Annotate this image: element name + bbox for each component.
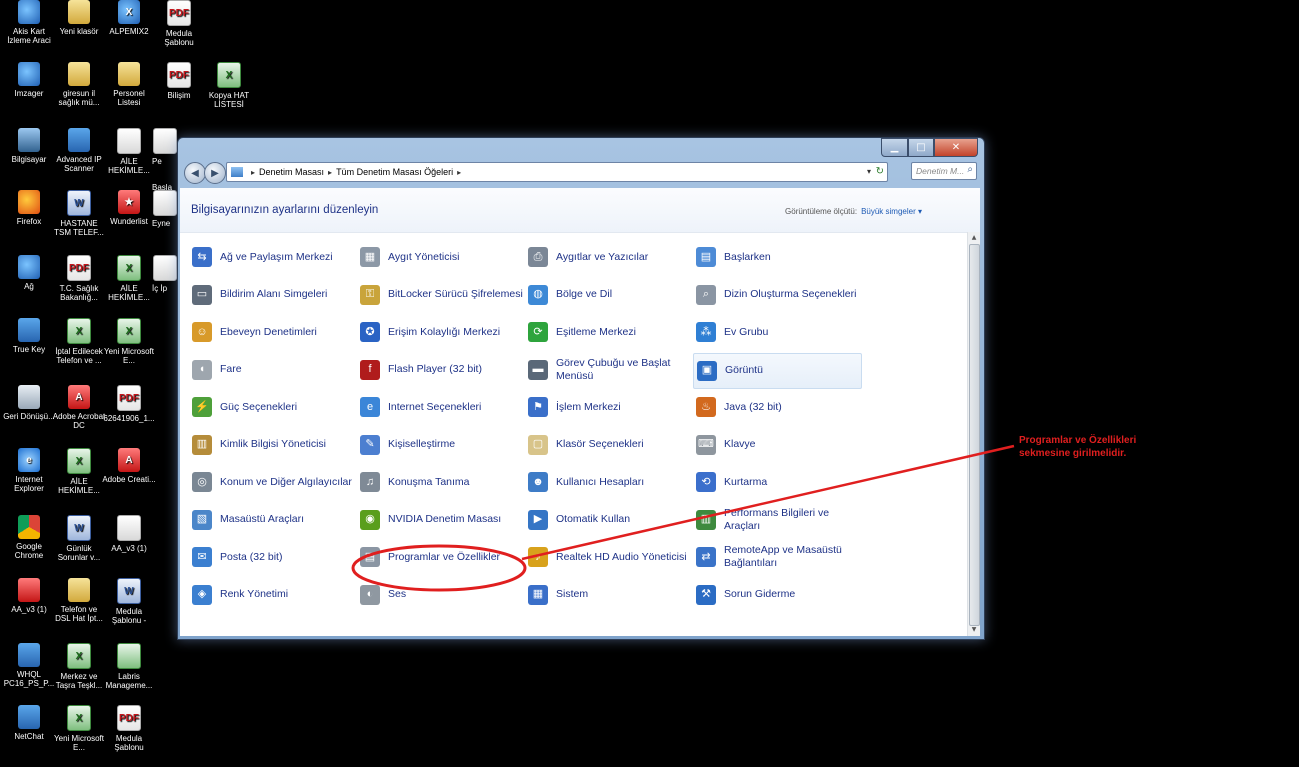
annotation-text: Programlar ve Özellikleri sekmesine giri…: [1019, 435, 1137, 459]
annotation-arrow-line: [521, 444, 1015, 561]
annotation-overlay: [351, 444, 1015, 592]
highlight-ellipse: [351, 544, 527, 592]
